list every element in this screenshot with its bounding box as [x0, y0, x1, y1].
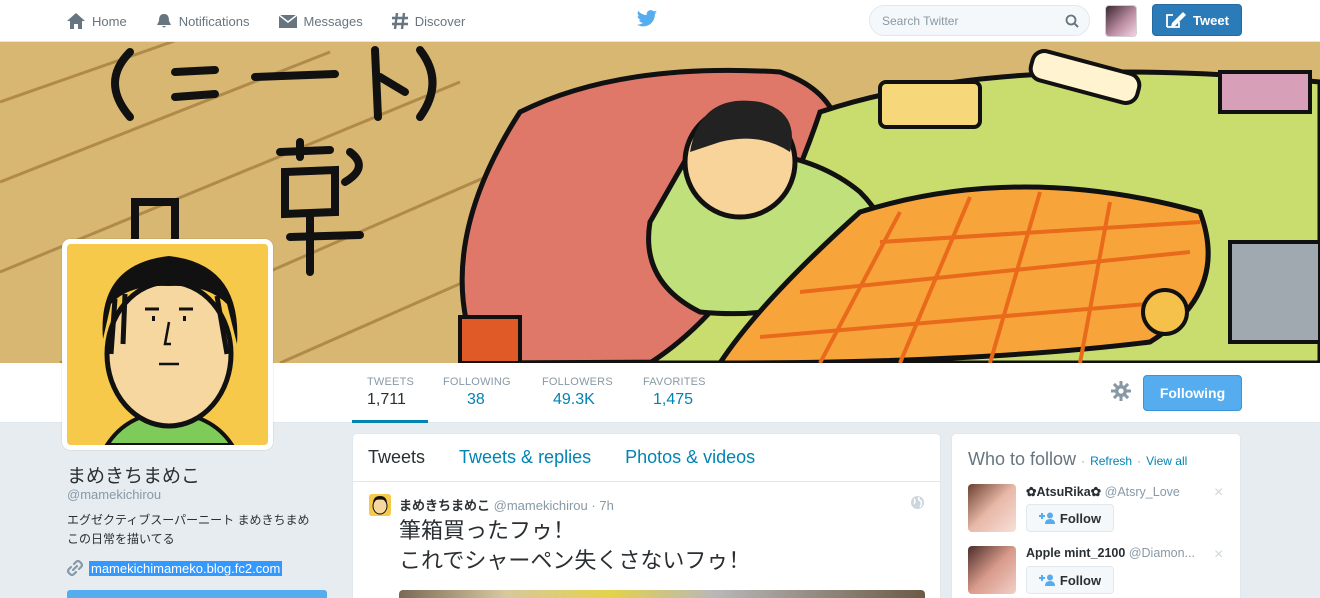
profile-name: まめきちまめこ: [67, 466, 201, 487]
nav-messages-label: Messages: [303, 13, 363, 29]
twitter-bird-icon[interactable]: [636, 9, 658, 29]
stat-tweets-label: TWEETS: [367, 376, 415, 388]
tweet-avatar-image: [369, 494, 391, 516]
stat-followers-label: FOLLOWERS: [542, 376, 613, 388]
nav-discover-label: Discover: [414, 13, 466, 29]
suggestion-item[interactable]: Apple mint_2100 @Diamon... × Follow: [968, 546, 1230, 598]
profile-avatar[interactable]: [62, 239, 273, 450]
tweet-author-handle[interactable]: @mamekichirou: [494, 498, 588, 513]
stat-favorites[interactable]: FAVORITES 1,475: [643, 363, 706, 423]
who-to-follow-title: Who to follow: [968, 449, 1077, 469]
stat-tweets[interactable]: TWEETS 1,711: [352, 363, 428, 423]
tab-photos-videos[interactable]: Photos & videos: [625, 447, 755, 468]
home-icon: [67, 13, 85, 29]
timeline-card: Tweets Tweets & replies Photos & videos …: [352, 433, 941, 598]
stat-following-value: 38: [467, 391, 485, 408]
suggestion-item[interactable]: ✿AtsuRika✿ @Atsry_Love × Follow: [968, 484, 1230, 544]
nav-home[interactable]: Home: [66, 12, 127, 30]
add-user-icon: [1038, 574, 1055, 586]
tab-tweets-replies[interactable]: Tweets & replies: [459, 447, 591, 468]
stat-followers[interactable]: FOLLOWERS 49.3K: [542, 363, 613, 423]
profile-website: mamekichimameko.blog.fc2.com: [67, 560, 283, 576]
tweet-separator: ·: [591, 498, 596, 513]
compose-tweet-label: Tweet: [1193, 12, 1229, 28]
suggestion-name[interactable]: Apple mint_2100: [1026, 546, 1125, 560]
profile-bio: エグゼクティブスーパーニート まめきちまめ この日常を描いてる: [67, 511, 327, 549]
top-navigation-bar: Home Notifications Messages Discover Twe…: [0, 0, 1320, 42]
tweet-header: まめきちまめこ @mamekichirou · 7h: [399, 495, 614, 514]
tweet-text-line-1: 筆箱買ったフゥ！: [399, 518, 576, 543]
stat-following-label: FOLLOWING: [443, 376, 511, 388]
tweet-text-line-2: これでシャーペン失くさないフゥ！: [399, 548, 751, 573]
tweet-text: 筆箱買ったフゥ！ これでシャーペン失くさないフゥ！: [399, 516, 750, 576]
link-icon: [67, 560, 83, 576]
profile-handle[interactable]: @mamekichirou: [67, 487, 161, 502]
avatar-face-illustration: [67, 244, 268, 445]
profile-website-link[interactable]: mamekichimameko.blog.fc2.com: [89, 560, 283, 576]
view-all-link[interactable]: View all: [1146, 454, 1187, 468]
follow-button-label: Follow: [1059, 572, 1102, 588]
nav-home-label: Home: [92, 13, 127, 29]
add-user-icon: [1038, 512, 1055, 524]
header-separator-1: ·: [1081, 454, 1086, 468]
dismiss-suggestion-icon[interactable]: ×: [1214, 546, 1223, 564]
envelope-icon: [278, 14, 297, 28]
bell-icon: [156, 14, 171, 28]
tweet-media-image[interactable]: [399, 590, 925, 598]
timeline-tabs: Tweets Tweets & replies Photos & videos: [353, 434, 940, 482]
tweet-avatar[interactable]: [369, 494, 391, 516]
stat-tweets-value: 1,711: [367, 391, 406, 408]
tweet-timestamp[interactable]: 7h: [599, 498, 613, 513]
tab-tweets[interactable]: Tweets: [368, 447, 425, 468]
stat-followers-value: 49.3K: [553, 391, 595, 408]
search-input[interactable]: [882, 13, 1052, 28]
stat-following[interactable]: FOLLOWING 38: [443, 363, 511, 423]
suggestion-names: Apple mint_2100 @Diamon...: [1026, 546, 1206, 560]
suggestion-handle[interactable]: @Atsry_Love: [1105, 485, 1180, 499]
profile-avatar-image: [67, 244, 268, 445]
gear-icon[interactable]: [1110, 380, 1132, 402]
profile-bio-line-2: この日常を描いてる: [67, 532, 175, 546]
tweet-author-name[interactable]: まめきちまめこ: [399, 498, 490, 513]
follow-button[interactable]: Follow: [1026, 566, 1114, 594]
hash-icon: [391, 12, 408, 30]
following-button[interactable]: Following: [1143, 375, 1242, 411]
who-to-follow-header: Who to follow · Refresh · View all: [968, 449, 1187, 470]
following-button-label: Following: [1159, 385, 1226, 401]
nav-discover[interactable]: Discover: [391, 12, 466, 30]
global-nav: Home Notifications Messages Discover: [66, 0, 493, 42]
suggestion-handle[interactable]: @Diamon...: [1129, 546, 1195, 560]
stat-favorites-value: 1,475: [653, 391, 694, 408]
suggestion-avatar[interactable]: [968, 546, 1016, 594]
who-to-follow-card: Who to follow · Refresh · View all ✿Atsu…: [951, 433, 1241, 598]
refresh-link[interactable]: Refresh: [1090, 454, 1132, 468]
search-box[interactable]: [869, 5, 1090, 36]
compose-icon: [1166, 12, 1187, 28]
suggestion-name[interactable]: ✿AtsuRika✿: [1026, 485, 1101, 499]
nav-notifications-label: Notifications: [178, 13, 250, 29]
compose-tweet-button[interactable]: Tweet: [1152, 4, 1242, 36]
header-separator-2: ·: [1137, 454, 1142, 468]
account-avatar[interactable]: [1105, 5, 1137, 37]
follow-button[interactable]: Follow: [1026, 504, 1114, 532]
nav-messages[interactable]: Messages: [278, 13, 363, 29]
search-icon[interactable]: [1065, 14, 1079, 28]
profile-card-bottom-bar: [67, 590, 327, 598]
nav-notifications[interactable]: Notifications: [155, 12, 250, 30]
globe-icon: [911, 496, 924, 509]
profile-bio-line-1: エグゼクティブスーパーニート まめきちまめ: [67, 513, 310, 527]
stat-favorites-label: FAVORITES: [643, 376, 706, 388]
suggestion-names: ✿AtsuRika✿ @Atsry_Love: [1026, 484, 1206, 499]
dismiss-suggestion-icon[interactable]: ×: [1214, 484, 1223, 502]
follow-button-label: Follow: [1059, 510, 1102, 526]
suggestion-avatar[interactable]: [968, 484, 1016, 532]
tweet-item[interactable]: まめきちまめこ @mamekichirou · 7h 筆箱買ったフゥ！ これでシ…: [353, 482, 940, 598]
